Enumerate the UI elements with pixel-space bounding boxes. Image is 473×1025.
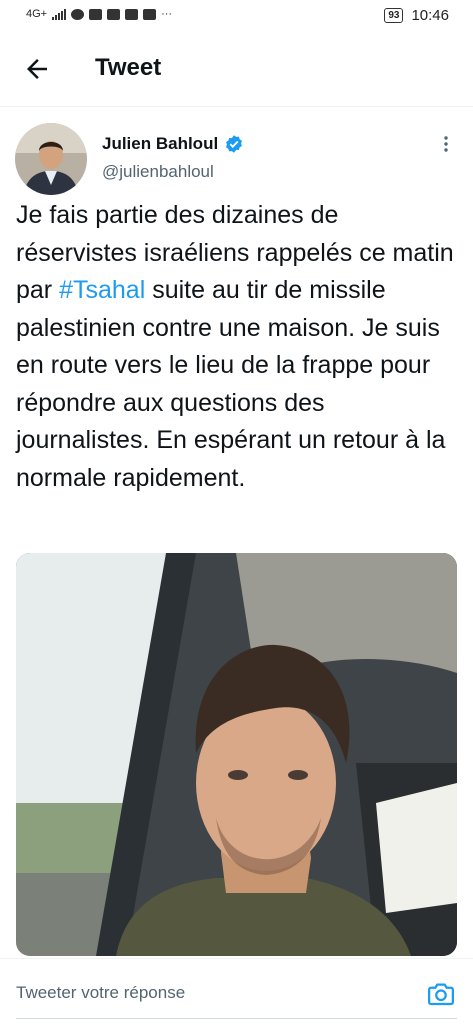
reply-input[interactable]: Tweeter votre réponse [16,983,185,1003]
status-bar-right: 93 10:46 [384,7,449,24]
author-avatar[interactable] [15,123,87,195]
signal-icon [52,8,67,20]
back-arrow-icon[interactable] [22,54,52,84]
reply-bar: Tweeter votre réponse [0,958,473,1025]
author-handle[interactable]: @julienbahloul [102,162,214,182]
battery-icon: 93 [384,8,404,23]
status-bar: 4G+ ··· 93 10:46 [0,0,473,34]
clock: 10:46 [411,7,449,24]
more-vertical-icon[interactable] [438,132,454,156]
reply-underline [16,1018,457,1019]
mail-icon [125,8,139,20]
network-indicator: 4G+ [26,8,48,20]
top-app-bar: Tweet [0,34,473,107]
tweet-photo[interactable] [16,553,457,956]
tweet-text-part: suite au tir de missile palestinien cont… [16,276,446,492]
hashtag-link[interactable]: #Tsahal [59,276,145,304]
author-name[interactable]: Julien Bahloul [102,134,244,154]
camera-icon[interactable] [426,979,456,1009]
status-bar-left: 4G+ ··· [26,8,172,20]
notification-app-icon [71,8,85,20]
more-notifications-icon: ··· [161,8,173,20]
tweet-text: Je fais partie des dizaines de réservist… [16,197,461,497]
page-title: Tweet [95,54,162,81]
gmail-icon [143,8,157,20]
author-name-text: Julien Bahloul [102,134,219,153]
notification-app-icon [89,8,103,20]
notification-app-icon [107,8,121,20]
verified-badge-icon [226,135,243,153]
